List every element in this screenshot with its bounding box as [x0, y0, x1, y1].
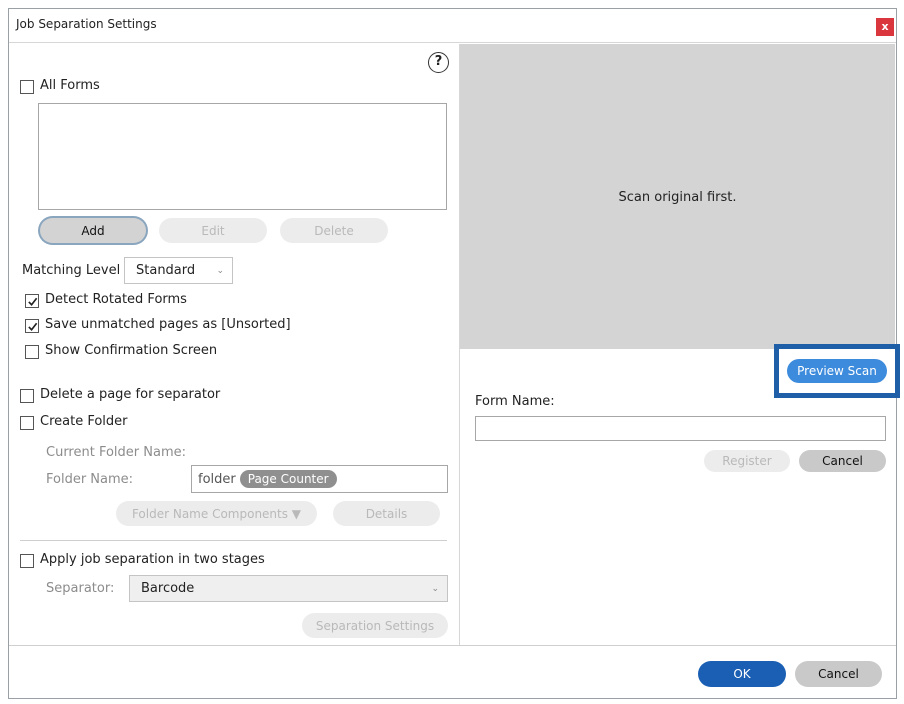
show-confirmation-checkbox[interactable]	[25, 345, 39, 359]
footer-divider	[9, 645, 896, 646]
cancel-button[interactable]: Cancel	[795, 661, 882, 687]
details-button[interactable]: Details	[333, 501, 440, 526]
separator-value: Barcode	[141, 581, 195, 596]
add-button[interactable]: Add	[40, 218, 146, 243]
create-folder-checkbox[interactable]	[20, 416, 34, 430]
edit-button[interactable]: Edit	[159, 218, 267, 243]
matching-level-value: Standard	[136, 263, 196, 278]
detect-rotated-checkbox[interactable]	[25, 294, 39, 308]
matching-level-label: Matching Level	[22, 263, 121, 278]
form-name-label: Form Name:	[475, 394, 555, 409]
matching-level-select[interactable]: Standard ⌄	[124, 257, 233, 284]
form-cancel-button[interactable]: Cancel	[799, 450, 886, 472]
preview-message: Scan original first.	[618, 190, 737, 205]
separator-select[interactable]: Barcode ⌄	[129, 575, 448, 602]
save-unmatched-checkbox[interactable]	[25, 319, 39, 333]
folder-name-field[interactable]: folder Page Counter	[191, 465, 448, 493]
preview-scan-button[interactable]: Preview Scan	[787, 359, 887, 383]
folder-name-components-button[interactable]: Folder Name Components ▼	[116, 501, 317, 526]
register-button[interactable]: Register	[704, 450, 790, 472]
all-forms-checkbox[interactable]	[20, 80, 34, 94]
folder-name-prefix: folder	[198, 471, 236, 487]
detect-rotated-label: Detect Rotated Forms	[45, 292, 187, 307]
delete-page-checkbox[interactable]	[20, 389, 34, 403]
folder-name-label: Folder Name:	[46, 472, 134, 487]
form-name-input[interactable]	[475, 416, 886, 441]
delete-page-label: Delete a page for separator	[40, 387, 221, 402]
chevron-down-icon: ⌄	[216, 265, 224, 276]
delete-button[interactable]: Delete	[280, 218, 388, 243]
show-confirmation-label: Show Confirmation Screen	[45, 343, 218, 358]
current-folder-label: Current Folder Name:	[46, 445, 186, 460]
create-folder-label: Create Folder	[40, 414, 128, 429]
dialog-title: Job Separation Settings	[16, 17, 157, 31]
two-stage-label: Apply job separation in two stages	[40, 552, 265, 567]
close-button[interactable]: x	[876, 18, 894, 36]
separation-settings-button[interactable]: Separation Settings	[302, 613, 448, 638]
section-divider	[20, 540, 447, 541]
checkmark-icon	[27, 322, 37, 331]
page-counter-chip: Page Counter	[239, 470, 337, 488]
ok-button[interactable]: OK	[698, 661, 786, 687]
help-icon[interactable]: ?	[428, 52, 449, 73]
forms-list[interactable]	[38, 103, 447, 210]
save-unmatched-label: Save unmatched pages as [Unsorted]	[45, 317, 291, 332]
chevron-down-icon: ⌄	[431, 583, 439, 594]
all-forms-label: All Forms	[40, 78, 100, 93]
two-stage-checkbox[interactable]	[20, 554, 34, 568]
checkmark-icon	[27, 297, 37, 306]
separator-label: Separator:	[46, 581, 115, 596]
